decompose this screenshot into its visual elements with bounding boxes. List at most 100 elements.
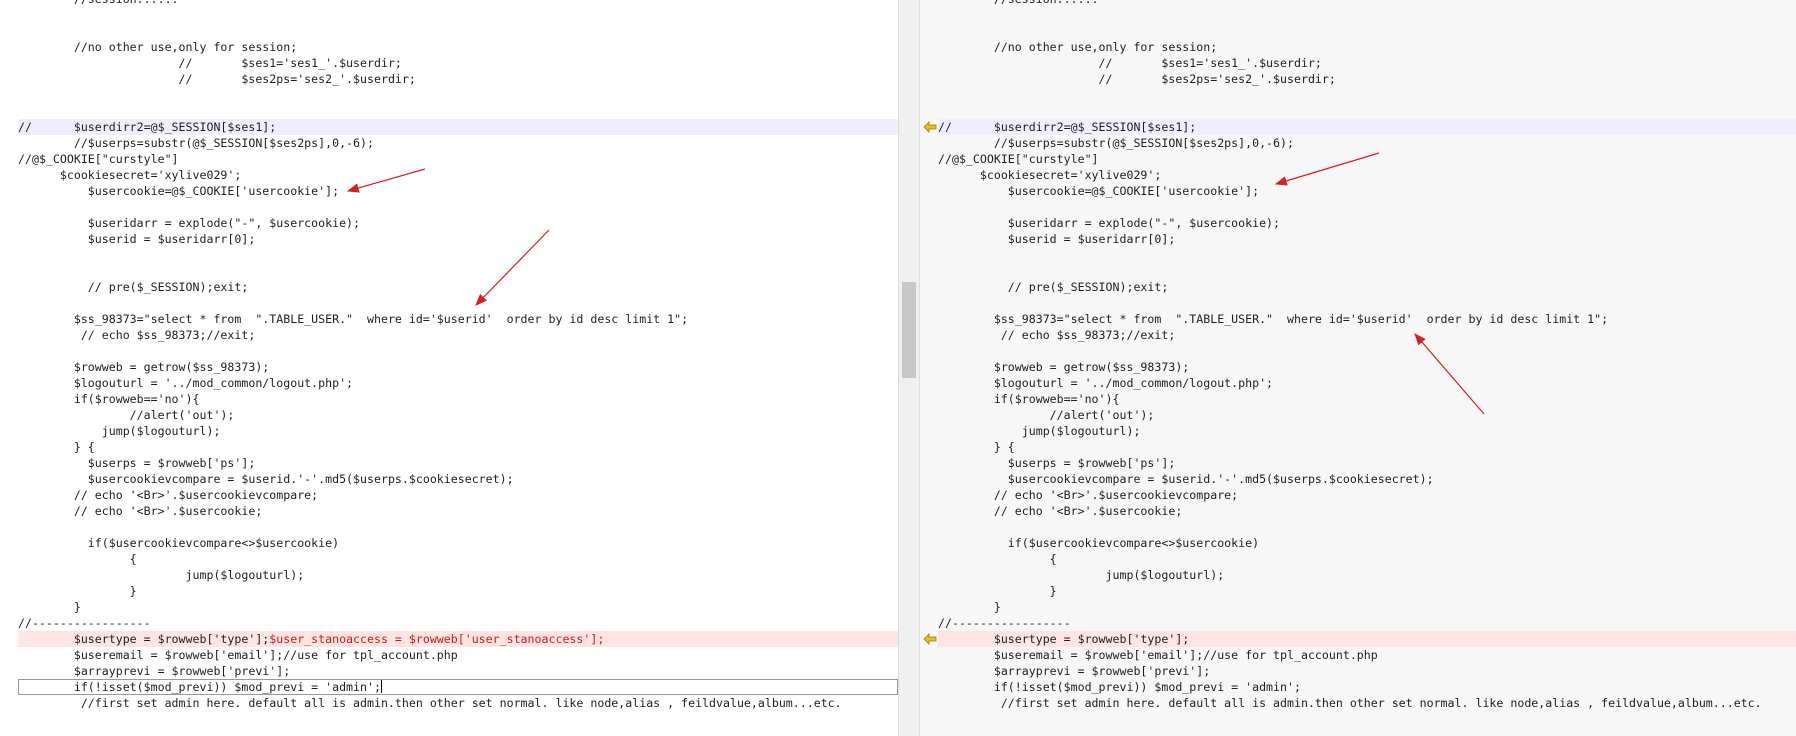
code-line[interactable]: //no other use,only for session; [18,39,898,55]
right-code-lines[interactable]: //session...... //no other use,only for … [938,0,1796,711]
code-line[interactable] [938,199,1796,215]
code-line[interactable]: //session...... [938,0,1796,7]
code-line[interactable]: { [18,551,898,567]
code-line[interactable]: $userid = $useridarr[0]; [18,231,898,247]
code-line[interactable]: //alert('out'); [938,407,1796,423]
code-line[interactable]: $arrayprevi = $rowweb['previ']; [18,663,898,679]
code-line[interactable]: } { [18,439,898,455]
code-line[interactable]: { [938,551,1796,567]
code-line[interactable]: $userps = $rowweb['ps']; [938,455,1796,471]
code-line[interactable]: // $ses2ps='ses2_'.$userdir; [18,71,898,87]
code-line[interactable]: //no other use,only for session; [938,39,1796,55]
vertical-scrollbar[interactable] [898,0,920,736]
code-line[interactable]: $usercookie=@$_COOKIE['usercookie']; [938,183,1796,199]
code-line[interactable]: $ss_98373="select * from ".TABLE_USER." … [18,311,898,327]
code-line[interactable]: $userps = $rowweb['ps']; [18,455,898,471]
code-line[interactable]: $rowweb = getrow($ss_98373); [938,359,1796,375]
code-text: //session...... [938,0,1099,6]
code-line[interactable]: //----------------- [18,615,898,631]
code-line[interactable] [18,519,898,535]
code-line[interactable]: // echo $ss_98373;//exit; [18,327,898,343]
code-line[interactable]: $useridarr = explode("-", $usercookie); [938,215,1796,231]
code-line[interactable]: //@$_COOKIE["curstyle"] [938,151,1796,167]
left-code-pane[interactable]: //session...... //no other use,only for … [0,0,898,736]
code-line[interactable]: //first set admin here. default all is a… [18,695,898,711]
code-line[interactable]: // pre($_SESSION);exit; [938,279,1796,295]
code-line[interactable]: jump($logouturl); [18,567,898,583]
code-line[interactable] [18,247,898,263]
code-line[interactable]: $useremail = $rowweb['email'];//use for … [938,647,1796,663]
code-line[interactable]: } { [938,439,1796,455]
code-line[interactable]: if($rowweb=='no'){ [938,391,1796,407]
code-line[interactable]: $usercookievcompare = $userid.'-'.md5($u… [18,471,898,487]
code-line[interactable] [938,343,1796,359]
code-line[interactable]: //session...... [18,0,898,7]
code-line[interactable]: //@$_COOKIE["curstyle"] [18,151,898,167]
left-code-lines[interactable]: //session...... //no other use,only for … [18,0,898,711]
code-line[interactable]: $rowweb = getrow($ss_98373); [18,359,898,375]
code-line[interactable]: if($usercookievcompare<>$usercookie) [18,535,898,551]
code-line[interactable]: // $ses1='ses1_'.$userdir; [18,55,898,71]
code-line[interactable]: //first set admin here. default all is a… [938,695,1796,711]
code-line[interactable]: $useridarr = explode("-", $usercookie); [18,215,898,231]
code-line[interactable]: } [18,599,898,615]
code-line[interactable]: //----------------- [938,615,1796,631]
code-line[interactable] [938,519,1796,535]
code-line[interactable]: $usercookievcompare = $userid.'-'.md5($u… [938,471,1796,487]
code-line[interactable] [18,103,898,119]
code-line[interactable]: $ss_98373="select * from ".TABLE_USER." … [938,311,1796,327]
code-line[interactable] [938,103,1796,119]
code-line[interactable] [938,23,1796,39]
code-line[interactable] [938,247,1796,263]
code-line[interactable]: $usertype = $rowweb['type'];$user_stanoa… [18,631,898,647]
code-line[interactable]: if(!isset($mod_previ)) $mod_previ = 'adm… [18,679,898,695]
code-line[interactable] [938,263,1796,279]
code-line[interactable]: //alert('out'); [18,407,898,423]
code-line[interactable]: // $userdirr2=@$_SESSION[$ses1]; [938,119,1796,135]
scrollbar-thumb[interactable] [902,282,916,378]
code-line[interactable] [938,295,1796,311]
code-line[interactable]: // pre($_SESSION);exit; [18,279,898,295]
code-line[interactable]: // echo '<Br>'.$usercookie; [18,503,898,519]
code-line[interactable]: // echo '<Br>'.$usercookievcompare; [18,487,898,503]
code-line[interactable]: if($rowweb=='no'){ [18,391,898,407]
code-line[interactable]: // $ses1='ses1_'.$userdir; [938,55,1796,71]
code-line[interactable]: $cookiesecret='xylive029'; [18,167,898,183]
code-line[interactable]: //$userps=substr(@$_SESSION[$ses2ps],0,-… [938,135,1796,151]
code-text: } [18,600,81,614]
code-line[interactable]: if($usercookievcompare<>$usercookie) [938,535,1796,551]
code-line[interactable]: $userid = $useridarr[0]; [938,231,1796,247]
code-line[interactable]: $logouturl = '../mod_common/logout.php'; [18,375,898,391]
code-line[interactable]: jump($logouturl); [938,423,1796,439]
code-line[interactable] [18,23,898,39]
code-line[interactable]: $cookiesecret='xylive029'; [938,167,1796,183]
code-line[interactable]: $usertype = $rowweb['type']; [938,631,1796,647]
code-line[interactable]: jump($logouturl); [18,423,898,439]
code-line[interactable] [18,295,898,311]
right-code-pane[interactable]: //session...... //no other use,only for … [920,0,1796,736]
code-line[interactable]: // $ses2ps='ses2_'.$userdir; [938,71,1796,87]
code-line[interactable]: if(!isset($mod_previ)) $mod_previ = 'adm… [938,679,1796,695]
arrow-left-icon[interactable] [923,121,937,133]
code-line[interactable]: $useremail = $rowweb['email'];//use for … [18,647,898,663]
code-line[interactable] [18,343,898,359]
code-line[interactable]: // echo $ss_98373;//exit; [938,327,1796,343]
code-line[interactable] [18,7,898,23]
code-line[interactable] [18,87,898,103]
code-line[interactable]: } [938,599,1796,615]
code-line[interactable]: // echo '<Br>'.$usercookievcompare; [938,487,1796,503]
code-line[interactable]: jump($logouturl); [938,567,1796,583]
code-line[interactable] [18,199,898,215]
arrow-left-icon[interactable] [923,633,937,645]
code-line[interactable]: } [18,583,898,599]
code-line[interactable]: // echo '<Br>'.$usercookie; [938,503,1796,519]
code-line[interactable] [938,7,1796,23]
code-line[interactable]: $logouturl = '../mod_common/logout.php'; [938,375,1796,391]
code-line[interactable]: $arrayprevi = $rowweb['previ']; [938,663,1796,679]
code-line[interactable] [18,263,898,279]
code-line[interactable]: //$userps=substr(@$_SESSION[$ses2ps],0,-… [18,135,898,151]
code-line[interactable] [938,87,1796,103]
code-line[interactable]: } [938,583,1796,599]
code-line[interactable]: $usercookie=@$_COOKIE['usercookie']; [18,183,898,199]
code-line[interactable]: // $userdirr2=@$_SESSION[$ses1]; [18,119,898,135]
